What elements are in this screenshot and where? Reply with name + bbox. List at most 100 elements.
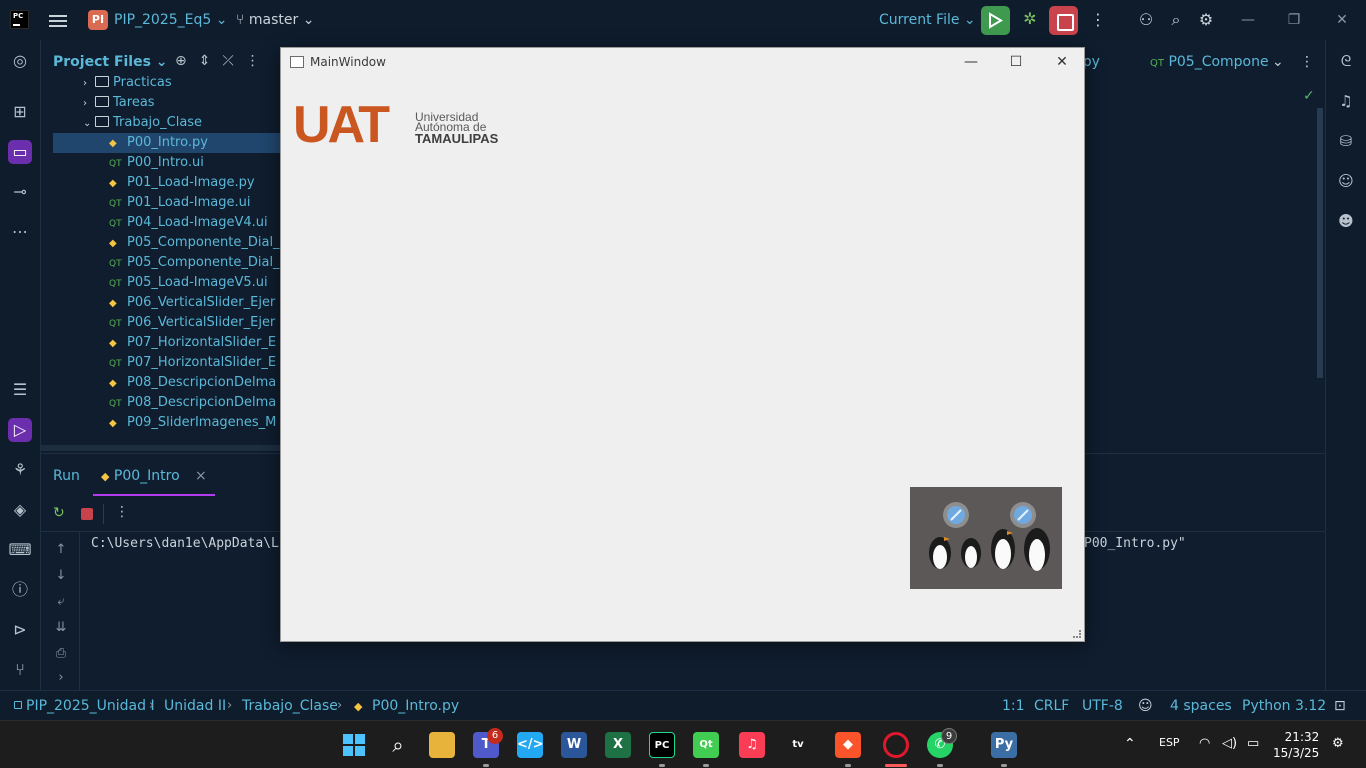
project-panel-title[interactable]: Project Files ⌄ — [53, 54, 168, 70]
minimize-icon[interactable]: — — [961, 52, 981, 72]
project-folder-icon[interactable]: ▭ — [8, 140, 32, 164]
language-indicator[interactable]: ESP — [1159, 736, 1180, 749]
tree-file-row[interactable]: QT P05_Load-ImageV5.ui — [53, 273, 280, 293]
search-icon[interactable]: ⌕ — [1166, 10, 1186, 30]
close-tab-icon[interactable]: × — [195, 468, 207, 484]
tree-file-row[interactable]: QT P04_Load-ImageV4.ui — [53, 213, 280, 233]
python-interpreter[interactable]: Python 3.12 — [1242, 698, 1326, 714]
show-hidden-icons-icon[interactable]: ⌃ — [1124, 736, 1136, 752]
apple-tv-icon[interactable]: tv — [785, 732, 811, 758]
breadcrumb-item[interactable]: Unidad II — [164, 698, 226, 714]
ai-spiral-icon[interactable]: ᘓ — [1335, 50, 1357, 72]
add-user-icon[interactable]: ⚇ — [1136, 10, 1156, 30]
brave-browser-icon[interactable]: ◆ — [835, 732, 861, 758]
soft-wrap-icon[interactable]: ⤶ — [53, 594, 69, 609]
tree-file-row[interactable]: ◆ P08_DescripcionDelma — [53, 373, 280, 393]
line-separator[interactable]: CRLF — [1034, 698, 1069, 714]
more-icon[interactable]: ⋮ — [246, 53, 272, 69]
git-icon[interactable]: ⑂ — [8, 658, 32, 682]
battery-icon[interactable]: ▭ — [1247, 736, 1259, 751]
print-icon[interactable]: ⎙ — [53, 646, 69, 661]
tree-file-row[interactable]: QT P05_Componente_Dial_ — [53, 253, 280, 273]
lock-icon[interactable]: ⊡ — [1334, 698, 1346, 714]
wifi-icon[interactable]: ◠ — [1199, 736, 1210, 751]
rerun-icon[interactable]: ↻ — [53, 505, 65, 521]
tree-file-row[interactable]: QT P01_Load-Image.ui — [53, 193, 280, 213]
maximize-icon[interactable]: ❐ — [1284, 10, 1304, 30]
collapse-all-icon[interactable]: ⤫ — [222, 53, 245, 69]
problems-icon[interactable]: ⓘ — [8, 578, 32, 602]
more-tools-icon[interactable]: ⋯ — [8, 220, 32, 244]
branch-selector[interactable]: ⑂ master ⌄ — [236, 12, 314, 28]
tree-file-row[interactable]: QT P08_DescripcionDelma — [53, 393, 280, 413]
list-icon[interactable]: ☰ — [8, 378, 32, 402]
indent-setting[interactable]: 4 spaces — [1170, 698, 1232, 714]
tree-file-row[interactable]: QT P07_HorizontalSlider_E — [53, 353, 280, 373]
stop-icon[interactable] — [81, 508, 93, 520]
chevron-down-icon[interactable]: ⌄ — [83, 114, 95, 134]
project-selector[interactable]: PIP_2025_Eq5 ⌄ — [114, 12, 227, 28]
opera-browser-icon[interactable] — [883, 732, 909, 758]
breadcrumb-item[interactable]: Trabajo_Clase — [242, 698, 338, 714]
tree-file-row[interactable]: ◆ P01_Load-Image.py — [53, 173, 280, 193]
debug-icon[interactable]: ✲ — [1019, 9, 1041, 31]
stop-button[interactable] — [1049, 6, 1078, 35]
main-menu-icon[interactable] — [49, 12, 67, 28]
main-window-title-bar[interactable]: MainWindow — ☐ ✕ — [281, 48, 1084, 78]
resize-grip[interactable] — [1073, 630, 1081, 638]
tree-file-row[interactable]: ◆ P07_HorizontalSlider_E — [53, 333, 280, 353]
volume-icon[interactable]: ◁) — [1222, 736, 1237, 751]
more-options-icon[interactable]: ⋮ — [1088, 10, 1108, 30]
editor-tab[interactable]: QT P05_Compone — [1150, 54, 1269, 70]
copilot-icon[interactable]: ☺ — [1335, 170, 1357, 192]
python-console-icon[interactable]: ⚘ — [8, 458, 32, 482]
tree-file-row[interactable]: ◆ P09_SliderImagenes_M — [53, 413, 280, 433]
database-icon[interactable]: ⛁ — [1335, 130, 1357, 152]
tree-folder-row[interactable]: › Tareas — [41, 93, 280, 113]
expand-icon[interactable]: › — [53, 670, 69, 685]
project-badge[interactable]: PI — [88, 10, 108, 30]
settings-gear-icon[interactable]: ⚙ — [1196, 10, 1216, 30]
copilot-chat-icon[interactable]: ☻ — [1335, 210, 1357, 232]
windows-start-icon[interactable] — [341, 732, 367, 758]
more-icon[interactable]: ⋮ — [115, 504, 129, 520]
structure-icon[interactable]: ⊞ — [8, 100, 32, 124]
editor-scrollbar[interactable] — [1317, 108, 1323, 378]
tab-more-icon[interactable]: ⋮ — [1300, 54, 1314, 70]
excel-icon[interactable]: X — [605, 732, 631, 758]
system-clock[interactable]: 21:32 15/3/25 — [1273, 729, 1319, 761]
tree-folder-row[interactable]: ⌄ Trabajo_Clase — [41, 113, 280, 133]
tree-folder-row[interactable]: › Practicas — [41, 73, 280, 93]
tree-file-row[interactable]: ◆ P05_Componente_Dial_ — [53, 233, 280, 253]
cursor-position[interactable]: 1:1 — [1002, 698, 1025, 714]
layers-icon[interactable]: ◈ — [8, 498, 32, 522]
tree-file-row[interactable]: QT P06_VerticalSlider_Ejer — [53, 313, 280, 333]
breadcrumb-item[interactable]: PIP_2025_Unidad I — [26, 698, 155, 714]
inspection-ok-icon[interactable]: ✓ — [1303, 88, 1315, 104]
search-icon[interactable]: ⌕ — [385, 732, 411, 758]
commit-icon[interactable]: ⊸ — [8, 180, 32, 204]
chevron-right-icon[interactable]: › — [83, 74, 95, 94]
tab-list-chevron-icon[interactable]: ⌄ — [1272, 54, 1284, 70]
file-explorer-icon[interactable] — [429, 732, 455, 758]
vscode-icon[interactable]: </> — [517, 732, 544, 758]
file-encoding[interactable]: UTF-8 — [1082, 698, 1123, 714]
close-icon[interactable]: ✕ — [1052, 52, 1072, 72]
copilot-status-icon[interactable]: ☺ — [1138, 698, 1153, 714]
tree-file-row[interactable]: QT P00_Intro.ui — [53, 153, 280, 173]
notification-center-icon[interactable]: ⚙ — [1332, 736, 1344, 751]
notifications-bell-icon[interactable]: ♫ — [1335, 90, 1357, 112]
services-icon[interactable]: ⊳ — [8, 618, 32, 642]
expand-all-icon[interactable]: ⇕ — [199, 53, 223, 69]
close-icon[interactable]: ✕ — [1332, 10, 1352, 30]
qt-creator-icon[interactable]: Qt — [693, 732, 719, 758]
run-tool-icon[interactable]: ▷ — [8, 418, 32, 442]
tree-file-row[interactable]: ◆ P06_VerticalSlider_Ejer — [53, 293, 280, 313]
locate-icon[interactable]: ⊕ — [175, 53, 199, 69]
maximize-icon[interactable]: ☐ — [1006, 52, 1026, 72]
music-icon[interactable]: ♫ — [739, 732, 765, 758]
terminal-icon[interactable]: ⌨ — [8, 538, 32, 562]
horizontal-scrollbar[interactable] — [41, 445, 280, 451]
python-app-icon[interactable]: Py — [991, 732, 1017, 758]
scroll-down-icon[interactable]: ↓ — [53, 568, 69, 583]
